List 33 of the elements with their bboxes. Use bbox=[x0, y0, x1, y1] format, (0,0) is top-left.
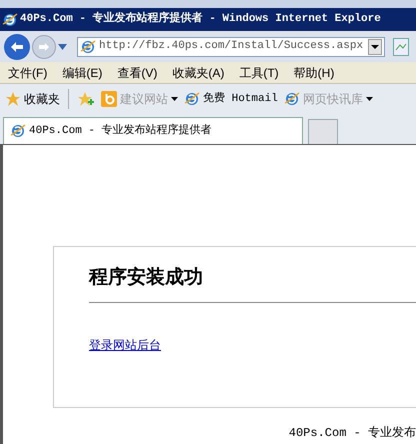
menu-item[interactable]: 帮助(H) bbox=[294, 64, 334, 82]
forward-button[interactable] bbox=[32, 34, 56, 58]
url-text: http://fbz.40ps.com/Install/Success.aspx bbox=[99, 39, 364, 54]
new-tab-button[interactable] bbox=[308, 119, 338, 144]
star-plus-icon[interactable] bbox=[77, 91, 95, 107]
address-field[interactable]: http://fbz.40ps.com/Install/Success.aspx bbox=[77, 36, 385, 56]
menu-item[interactable]: 查看(V) bbox=[117, 64, 158, 82]
favorites-button[interactable]: 收藏夹 bbox=[5, 90, 60, 108]
caret-icon bbox=[366, 97, 373, 101]
window-title: 40Ps.Com - 专业发布站程序提供者 - Windows Internet Explore bbox=[20, 11, 381, 28]
menu-item[interactable]: 编辑(E) bbox=[62, 64, 102, 82]
globe-e-icon bbox=[284, 91, 300, 107]
page-heading: 程序安装成功 bbox=[89, 266, 204, 290]
star-icon bbox=[5, 91, 21, 107]
globe-e-icon bbox=[184, 91, 200, 107]
right-arrow-icon bbox=[38, 42, 50, 52]
favorites-link[interactable]: 免费 Hotmail bbox=[184, 90, 278, 108]
menu-item[interactable]: 文件(F) bbox=[8, 64, 48, 82]
back-button[interactable] bbox=[4, 34, 30, 60]
footer-text: 40Ps.Com - 专业发布 bbox=[288, 425, 416, 442]
login-link[interactable]: 登录网站后台 bbox=[89, 336, 161, 354]
caret-icon[interactable] bbox=[58, 44, 67, 50]
globe-e-icon bbox=[10, 123, 26, 139]
caret-icon bbox=[171, 97, 178, 101]
b-logo-icon bbox=[101, 91, 117, 107]
page-icon[interactable] bbox=[393, 38, 409, 56]
left-arrow-icon bbox=[10, 40, 24, 52]
menu-item[interactable]: 收藏夹(A) bbox=[172, 64, 224, 82]
globe-e-icon bbox=[2, 12, 18, 28]
browser-tab[interactable]: 40Ps.Com - 专业发布站程序提供者 bbox=[3, 117, 303, 144]
dropdown-icon[interactable] bbox=[368, 38, 382, 54]
globe-e-icon bbox=[80, 38, 96, 54]
menu-item[interactable]: 工具(T) bbox=[239, 64, 279, 82]
